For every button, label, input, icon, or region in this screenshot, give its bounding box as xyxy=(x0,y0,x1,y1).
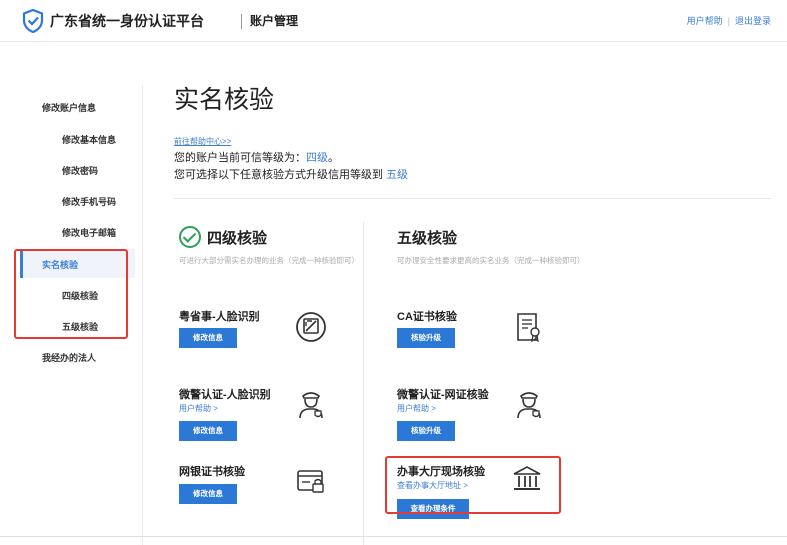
level4-description: 可进行大部分需实名办理的业务（完成一种核验即可） xyxy=(179,256,359,265)
modify-info-button[interactable]: 修改信息 xyxy=(179,484,237,504)
content-divider xyxy=(174,198,771,199)
level5-item-title: CA证书核验 xyxy=(397,311,457,323)
face-scan-icon xyxy=(296,312,326,342)
upgrade-line: 您可选择以下任意核验方式升级信用等级到 五级 xyxy=(174,166,408,182)
bottom-divider xyxy=(0,536,787,537)
header-divider xyxy=(241,14,242,29)
level4-title: 四级核验 xyxy=(207,229,268,247)
police-officer-icon xyxy=(299,392,323,419)
modify-info-button[interactable]: 修改信息 xyxy=(179,328,237,348)
trust-level-value: 四级 xyxy=(306,152,328,164)
upgrade-level-value: 五级 xyxy=(386,169,409,181)
sidebar-item-email[interactable]: 修改电子邮箱 xyxy=(62,226,116,239)
level4-help-link[interactable]: 用户帮助 > xyxy=(179,403,218,414)
level4-item-title: 微警认证-人脸识别 xyxy=(179,389,271,401)
level4-item-title: 网银证书核验 xyxy=(179,466,245,478)
police-officer-icon xyxy=(517,392,541,419)
shield-logo-icon xyxy=(22,9,44,33)
certificate-icon xyxy=(517,313,540,343)
column-divider xyxy=(363,222,364,545)
sidebar-item-legal-person[interactable]: 我经办的法人 xyxy=(42,351,96,364)
top-links: 用户帮助 | 退出登录 xyxy=(687,14,771,27)
level5-description: 可办理安全性要求更高的实名业务（完成一种核验即可） xyxy=(397,256,585,265)
level5-item-title: 微警认证-网证核验 xyxy=(397,389,489,401)
link-separator: | xyxy=(727,16,730,26)
check-circle-icon xyxy=(179,226,201,248)
logout-link[interactable]: 退出登录 xyxy=(735,16,771,26)
modify-info-button[interactable]: 修改信息 xyxy=(179,421,237,441)
upgrade-prefix: 您可选择以下任意核验方式升级信用等级到 xyxy=(174,169,383,181)
verify-upgrade-button[interactable]: 核验升级 xyxy=(397,421,455,441)
level5-title: 五级核验 xyxy=(397,229,458,247)
help-center-link[interactable]: 前往帮助中心>> xyxy=(174,136,231,147)
top-header: 广东省统一身份认证平台 账户管理 用户帮助 | 退出登录 xyxy=(0,0,787,42)
user-help-link[interactable]: 用户帮助 xyxy=(687,16,723,26)
sidebar-divider xyxy=(142,85,143,545)
level4-item-title: 粤省事-人脸识别 xyxy=(179,311,260,323)
level5-help-link[interactable]: 用户帮助 > xyxy=(397,403,436,414)
highlight-box-sidebar xyxy=(14,249,128,339)
trust-level-line: 您的账户当前可信等级为：四级。 xyxy=(174,149,339,165)
trust-suffix: 。 xyxy=(328,152,339,164)
bank-card-icon xyxy=(297,470,324,493)
page-title: 实名核验 xyxy=(174,85,275,114)
sidebar-item-password[interactable]: 修改密码 xyxy=(62,164,98,177)
sidebar-item-phone[interactable]: 修改手机号码 xyxy=(62,195,116,208)
highlight-box-hall xyxy=(385,456,561,514)
trust-prefix: 您的账户当前可信等级为： xyxy=(174,152,306,164)
verify-upgrade-button[interactable]: 核验升级 xyxy=(397,328,455,348)
site-title: 广东省统一身份认证平台 xyxy=(50,13,204,29)
sidebar-item-basic-info[interactable]: 修改基本信息 xyxy=(62,133,116,146)
sidebar-item-modify-account[interactable]: 修改账户信息 xyxy=(42,101,96,114)
section-title: 账户管理 xyxy=(250,14,299,28)
